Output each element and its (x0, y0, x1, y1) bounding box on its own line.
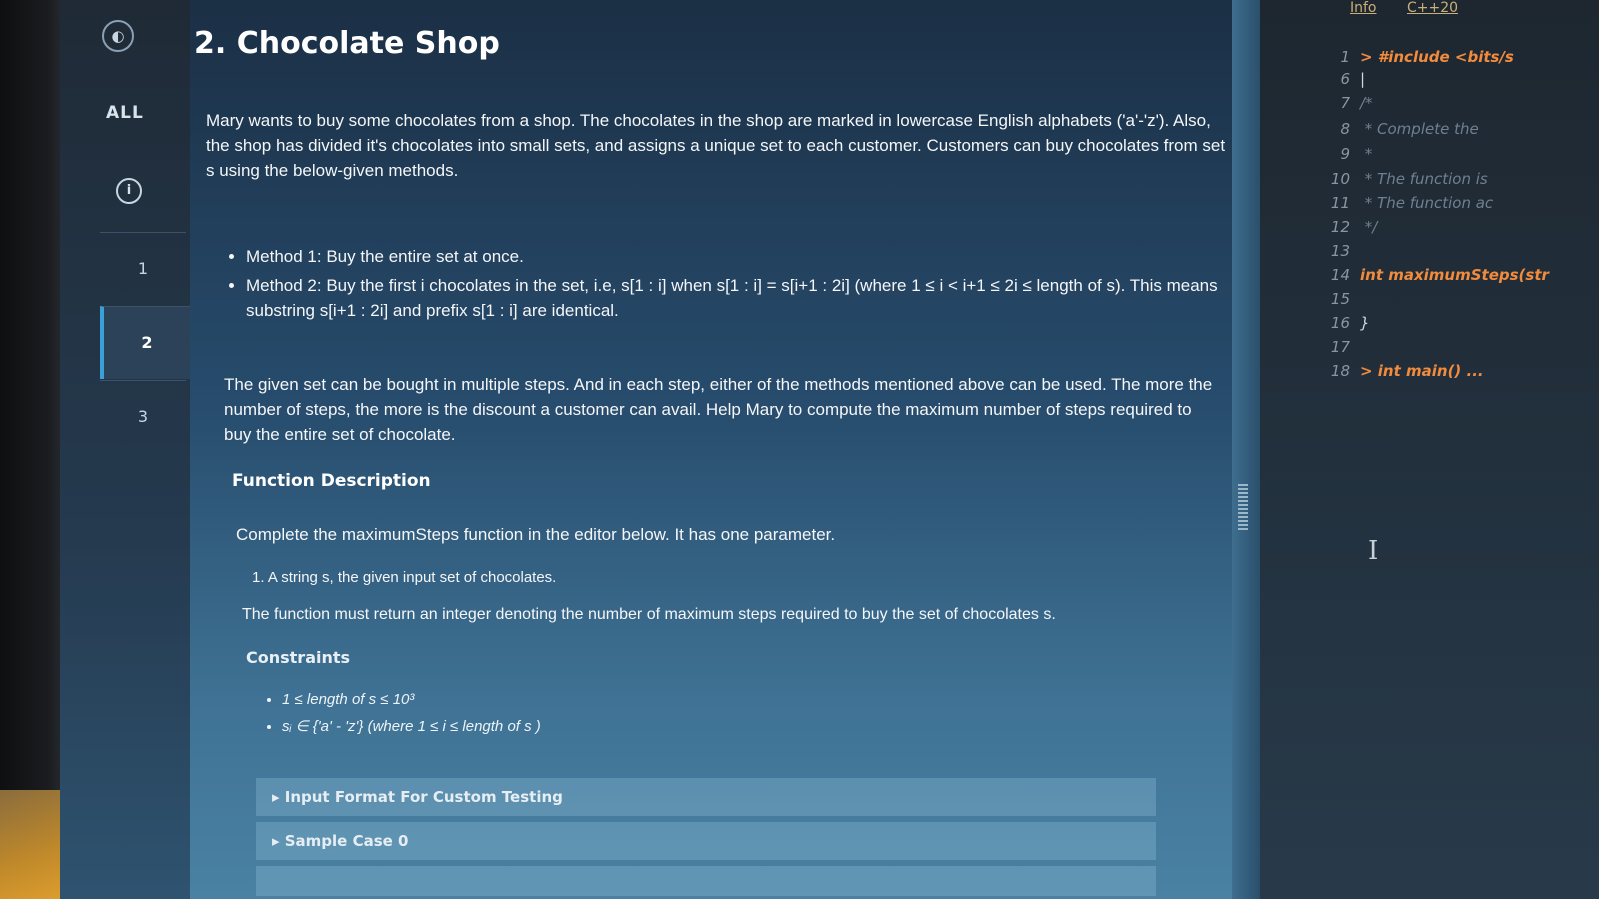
problem-title: 2. Chocolate Shop (194, 26, 500, 61)
code-line[interactable]: 13 (1300, 242, 1360, 266)
problem-intro: Mary wants to buy some chocolates from a… (206, 111, 1226, 180)
code-line[interactable]: 14 int maximumSteps(str (1300, 266, 1549, 290)
monitor-bezel (0, 0, 60, 899)
nav-question-3[interactable]: 3 (100, 380, 186, 453)
problem-panel: 2. Chocolate Shop Mary wants to buy some… (190, 0, 1230, 899)
nav-question-2[interactable]: 2 (100, 306, 190, 379)
code-line[interactable]: 12 */ (1300, 218, 1377, 242)
code-line[interactable]: 18 > int main() ... (1300, 362, 1484, 386)
info-link[interactable]: Info (1350, 0, 1377, 16)
method-1: Method 1: Buy the entire set at once. (246, 244, 1236, 269)
panel-splitter[interactable] (1232, 0, 1260, 899)
next-accordion[interactable] (256, 866, 1156, 896)
code-line[interactable]: 1 > #include <bits/s (1300, 48, 1513, 72)
logo-icon[interactable]: ◐ (102, 20, 134, 52)
code-line[interactable]: 15 (1300, 290, 1360, 314)
code-line[interactable]: 6 | (1300, 70, 1365, 94)
function-description-heading: Function Description (232, 471, 431, 491)
info-icon[interactable]: i (116, 178, 142, 204)
constraints-list: 1 ≤ length of s ≤ 10³ sᵢ ∈ {'a' - 'z'} (… (260, 686, 541, 740)
sample-case-0-accordion[interactable]: ▸ Sample Case 0 (256, 822, 1156, 860)
code-line[interactable]: 7/* (1300, 94, 1372, 118)
splitter-grip-icon[interactable] (1238, 484, 1248, 530)
code-line[interactable]: 11 * The function ac (1300, 194, 1493, 218)
code-line[interactable]: 16} (1300, 314, 1370, 338)
constraints-heading: Constraints (246, 648, 351, 667)
constraint-item: sᵢ ∈ {'a' - 'z'} (where 1 ≤ i ≤ length o… (282, 713, 541, 740)
steps-text: The given set can be bought in multiple … (224, 375, 1213, 444)
function-returns: The function must return an integer deno… (242, 606, 1056, 623)
nav-question-1[interactable]: 1 (100, 232, 186, 305)
code-line[interactable]: 10 * The function is (1300, 170, 1488, 194)
code-line[interactable]: 9 * (1300, 145, 1372, 169)
screen: ◐ ALL i 1 2 3 2. Chocolate Shop Mary wan… (0, 0, 1599, 899)
function-parameter: 1. A string s, the given input set of ch… (252, 569, 557, 586)
input-format-accordion[interactable]: ▸ Input Format For Custom Testing (256, 778, 1156, 816)
editor-toolbar: Info C++20 (1350, 0, 1484, 16)
text-cursor-icon: I (1368, 536, 1379, 566)
code-line[interactable]: 17 (1300, 338, 1360, 362)
language-select[interactable]: C++20 (1407, 0, 1458, 16)
nav-all-button[interactable]: ALL (106, 103, 144, 123)
constraint-item: 1 ≤ length of s ≤ 10³ (282, 686, 541, 713)
code-line[interactable]: 8 * Complete the (1300, 120, 1478, 144)
methods-list: Method 1: Buy the entire set at once. Me… (222, 244, 1236, 327)
method-2: Method 2: Buy the first i chocolates in … (246, 273, 1236, 323)
function-description-text: Complete the maximumSteps function in th… (236, 525, 836, 544)
